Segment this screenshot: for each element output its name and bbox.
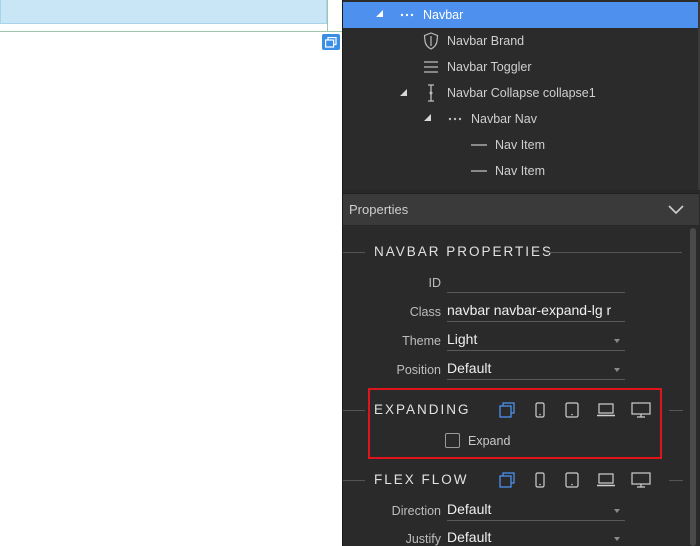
canvas-guide-line: [327, 0, 328, 32]
id-field: ID: [343, 272, 643, 294]
tree-item-navbar-collapse[interactable]: Navbar Collapse collapse1: [343, 80, 698, 106]
justify-field: Justify Default: [343, 528, 643, 546]
direction-select[interactable]: Default: [447, 501, 625, 521]
dash-icon: [470, 136, 488, 154]
shield-icon: [422, 32, 440, 50]
dots-icon: [446, 110, 464, 128]
canvas-guide-line: [0, 31, 342, 32]
selected-navbar-element[interactable]: [0, 0, 327, 24]
tree-item-navbar-brand[interactable]: Navbar Brand: [343, 28, 698, 54]
tree-item-label: Navbar Collapse collapse1: [447, 86, 596, 100]
field-label: Class: [409, 305, 441, 319]
field-label: Direction: [391, 504, 441, 518]
expand-triangle-icon[interactable]: [424, 114, 431, 121]
tree-item-label: Navbar Toggler: [447, 60, 532, 74]
divider: [546, 252, 682, 253]
tree-item-label: Nav Item: [495, 138, 546, 152]
properties-header[interactable]: Properties: [343, 193, 699, 225]
tree-item-navbar-nav[interactable]: Navbar Nav: [343, 106, 698, 132]
design-canvas[interactable]: [0, 0, 342, 546]
chevron-down-icon[interactable]: [667, 202, 685, 220]
divider: [343, 252, 365, 253]
element-options-icon[interactable]: [322, 34, 340, 50]
divider: [343, 480, 365, 481]
tree-item-nav-item[interactable]: Nav Item: [343, 158, 698, 184]
laptop-icon[interactable]: [595, 471, 617, 489]
tree-item-label: Navbar Nav: [471, 112, 537, 126]
dropdown-caret-icon[interactable]: [614, 368, 620, 372]
tree-item-label: Nav Item: [495, 164, 546, 178]
overview-tree: Navbar Navbar Brand Navbar Toggler Navba…: [343, 0, 698, 190]
position-select[interactable]: Default: [447, 360, 625, 380]
id-input[interactable]: [447, 273, 625, 293]
class-input[interactable]: navbar navbar-expand-lg r: [447, 302, 625, 322]
highlight-box: [368, 388, 662, 459]
field-label: ID: [428, 276, 442, 290]
theme-field: Theme Light: [343, 330, 643, 352]
tablet-icon[interactable]: [561, 471, 583, 489]
position-field: Position Default: [343, 359, 643, 381]
tree-item-label: Navbar Brand: [447, 34, 525, 48]
divider: [343, 410, 365, 411]
field-label: Justify: [405, 532, 441, 546]
tree-item-label: Navbar: [423, 8, 464, 22]
collapse-icon: [422, 84, 440, 102]
justify-select[interactable]: Default: [447, 529, 625, 546]
properties-body: NAVBAR PROPERTIES ID Class navbar navbar…: [343, 226, 699, 546]
class-field: Class navbar navbar-expand-lg r: [343, 301, 643, 323]
properties-scrollbar[interactable]: [689, 226, 697, 546]
tree-item-nav-item[interactable]: Nav Item: [343, 132, 698, 158]
tree-item-navbar[interactable]: Navbar: [343, 2, 698, 28]
theme-select[interactable]: Light: [447, 331, 625, 351]
divider: [669, 410, 683, 411]
field-label: Position: [396, 363, 441, 377]
section-title: FLEX FLOW: [374, 472, 469, 487]
desktop-icon[interactable]: [630, 471, 652, 489]
tree-item-navbar-toggler[interactable]: Navbar Toggler: [343, 54, 698, 80]
divider: [669, 480, 683, 481]
right-panel: Navbar Navbar Brand Navbar Toggler Navba…: [342, 0, 700, 546]
expand-triangle-icon[interactable]: [400, 89, 407, 96]
hamburger-icon: [422, 58, 440, 76]
all-devices-icon[interactable]: [496, 471, 518, 489]
direction-field: Direction Default: [343, 500, 643, 522]
dropdown-caret-icon[interactable]: [614, 339, 620, 343]
dots-icon: [398, 6, 416, 24]
dropdown-caret-icon[interactable]: [614, 537, 620, 541]
expand-triangle-icon[interactable]: [376, 10, 383, 17]
scrollbar-thumb[interactable]: [690, 228, 696, 546]
phone-icon[interactable]: [529, 471, 551, 489]
dropdown-caret-icon[interactable]: [614, 509, 620, 513]
properties-title: Properties: [349, 202, 409, 217]
field-label: Theme: [402, 334, 441, 348]
dash-icon: [470, 162, 488, 180]
section-title: NAVBAR PROPERTIES: [374, 244, 554, 259]
navbar-properties-section: NAVBAR PROPERTIES: [343, 242, 699, 262]
